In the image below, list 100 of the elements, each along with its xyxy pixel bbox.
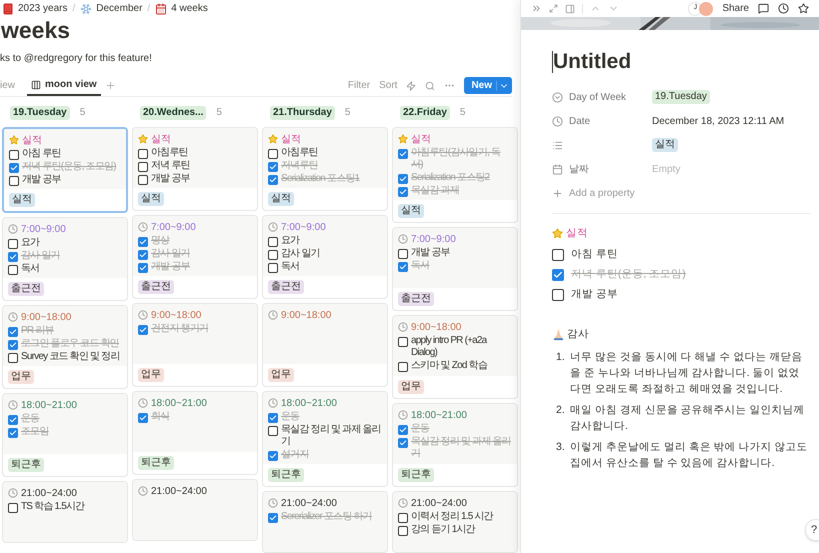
comment-icon[interactable] [758,3,769,14]
board-card[interactable]: 7:00~9:00 요가 감사 일기 독서 출근전 [262,214,388,299]
share-button[interactable]: Share [722,1,749,16]
checkbox[interactable] [8,502,18,513]
checkbox[interactable] [138,236,148,247]
board-card[interactable]: 18:00~21:00 운동 조모임 퇴근후 [2,392,128,477]
checkbox[interactable] [268,162,278,172]
checkbox[interactable] [398,174,408,184]
category-tag: 업무 [8,370,34,384]
checkbox[interactable] [8,414,18,425]
checkbox[interactable] [268,262,278,273]
favorite-icon[interactable] [798,3,809,14]
checkbox[interactable] [268,412,278,423]
panel-icon[interactable] [565,4,575,14]
checkbox[interactable] [8,252,18,262]
card-title: 7:00~9:00 [281,220,326,235]
checkbox[interactable] [398,438,408,448]
checkbox[interactable] [138,250,148,260]
checkbox[interactable] [268,426,278,436]
checkbox[interactable] [138,162,148,172]
board-card[interactable]: 실적 아침루틴(감사일기, 독서) Serialization 포스팅2 목실감 과제 실적 [392,126,518,223]
checkbox[interactable] [138,174,148,185]
history-icon[interactable] [778,3,789,14]
checkbox[interactable] [268,450,278,461]
check-icon [139,326,147,334]
checkbox[interactable] [8,238,18,249]
clock-icon [8,488,18,498]
checkbox[interactable] [8,264,18,275]
board-card[interactable]: 9:00~18:00 PR 리뷰 로그인 플로우 코드 확인 Survey 코드 확인 및 정리 업무 [2,304,128,389]
add-view-icon[interactable] [104,80,116,91]
board-card[interactable]: 9:00~18:00 업무 [262,302,388,387]
checkbox[interactable] [8,340,18,350]
board-card[interactable]: 9:00~18:00 apply intro PR (+a2a Dialog) 스키마 및 Zod 학습 업무 [392,314,518,399]
checkbox[interactable] [8,428,18,438]
board-card[interactable]: 21:00~24:00 이력서 정리 1.5 시간 강의 듣기 1시간 [392,490,518,553]
board-card[interactable]: 18:00~21:00 운동 목실감 정리 및 과제 올리기 설거지 퇴근후 [262,390,388,487]
board-card[interactable]: 21:00~24:00 TS 학습 1.5시간 [2,480,128,543]
checkbox[interactable] [9,150,19,160]
board-card[interactable]: 7:00~9:00 개발 공부 독서 출근전 [392,226,518,311]
breadcrumb-link[interactable]: 2023 years [2,1,68,16]
board-card[interactable]: 7:00~9:00 요가 감사 일기 독서 출근전 [2,216,128,301]
checkbox[interactable] [268,512,278,523]
checkbox[interactable] [398,424,408,435]
card-title: 9:00~18:00 [21,310,72,325]
breadcrumb-link[interactable]: 4 weeks [155,1,208,16]
checkbox[interactable] [9,162,19,173]
close-panel-icon[interactable] [531,3,542,14]
checkbox[interactable] [268,250,278,260]
checkbox[interactable] [138,262,148,273]
checkbox[interactable] [268,236,278,247]
checkbox[interactable] [398,336,408,347]
card-title: 9:00~18:00 [411,320,462,335]
checkbox[interactable] [398,526,408,536]
board-card[interactable]: 9:00~18:00 건전지 챙기기 업무 [132,302,258,387]
board-card[interactable]: 실적 아침루틴 저녁루틴 Serialization 포스팅1 실적 [262,126,388,211]
checkbox[interactable] [8,326,18,337]
expand-icon[interactable] [549,4,558,13]
checkbox[interactable] [9,176,19,186]
board-card[interactable]: 21:00~24:00 [132,478,258,541]
clock-icon [398,410,408,420]
checkbox[interactable] [138,324,148,335]
search-icon[interactable] [425,80,436,91]
task-text: 아침루틴 [151,146,188,159]
star-icon [398,134,408,144]
board-card[interactable]: 실적 아침루틴 저녁 루틴 개발 공부 실적 [132,126,258,211]
checkbox[interactable] [138,148,148,159]
category-tag: 출근전 [138,280,174,294]
checkbox[interactable] [398,262,408,272]
board-card[interactable]: 18:00~21:00 운동 목실감 정리 및 과제 올리기 퇴근후 [392,402,518,487]
board-card[interactable]: 7:00~9:00 명상 감사 일기 개발 공부 출근전 [132,214,258,299]
card-title: 21:00~24:00 [151,484,207,499]
task-text: 회식 [151,410,170,423]
checkbox[interactable] [398,186,408,197]
breadcrumb-link[interactable]: December [80,1,142,16]
property-tag[interactable]: 실적 [652,138,678,152]
card-title: 실적 [411,132,431,147]
board-card[interactable]: 21:00~24:00 Sererializer 포스팅 하기 [262,490,388,553]
page-title[interactable]: Untitled [553,46,632,78]
checkbox[interactable] [398,248,408,259]
checkbox[interactable] [552,288,564,301]
checkbox[interactable] [552,248,564,261]
board-card[interactable]: 실적 아침 루틴 저녁 루틴(운동, 조모임) 개발 공부 실적 [2,126,128,213]
checkbox[interactable] [398,362,408,372]
check-icon [269,452,277,460]
checkbox[interactable] [552,268,564,281]
card-title: 7:00~9:00 [411,232,456,247]
lightning-icon[interactable] [406,80,416,91]
task-text: 명상 [151,234,170,247]
board-icon [31,80,42,90]
checkbox[interactable] [8,352,18,363]
checkbox[interactable] [268,148,278,159]
checkbox[interactable] [398,512,408,523]
property-tag[interactable]: 19.Tuesday [652,90,710,104]
board-card[interactable]: 18:00~21:00 회식 퇴근후 [132,390,258,475]
checkbox[interactable] [268,174,278,185]
checkbox[interactable] [398,148,408,159]
help-button[interactable]: ? [805,519,819,541]
checkbox[interactable] [138,412,148,423]
new-button[interactable]: New [464,77,512,94]
view-tab[interactable]: moon view [27,75,101,96]
